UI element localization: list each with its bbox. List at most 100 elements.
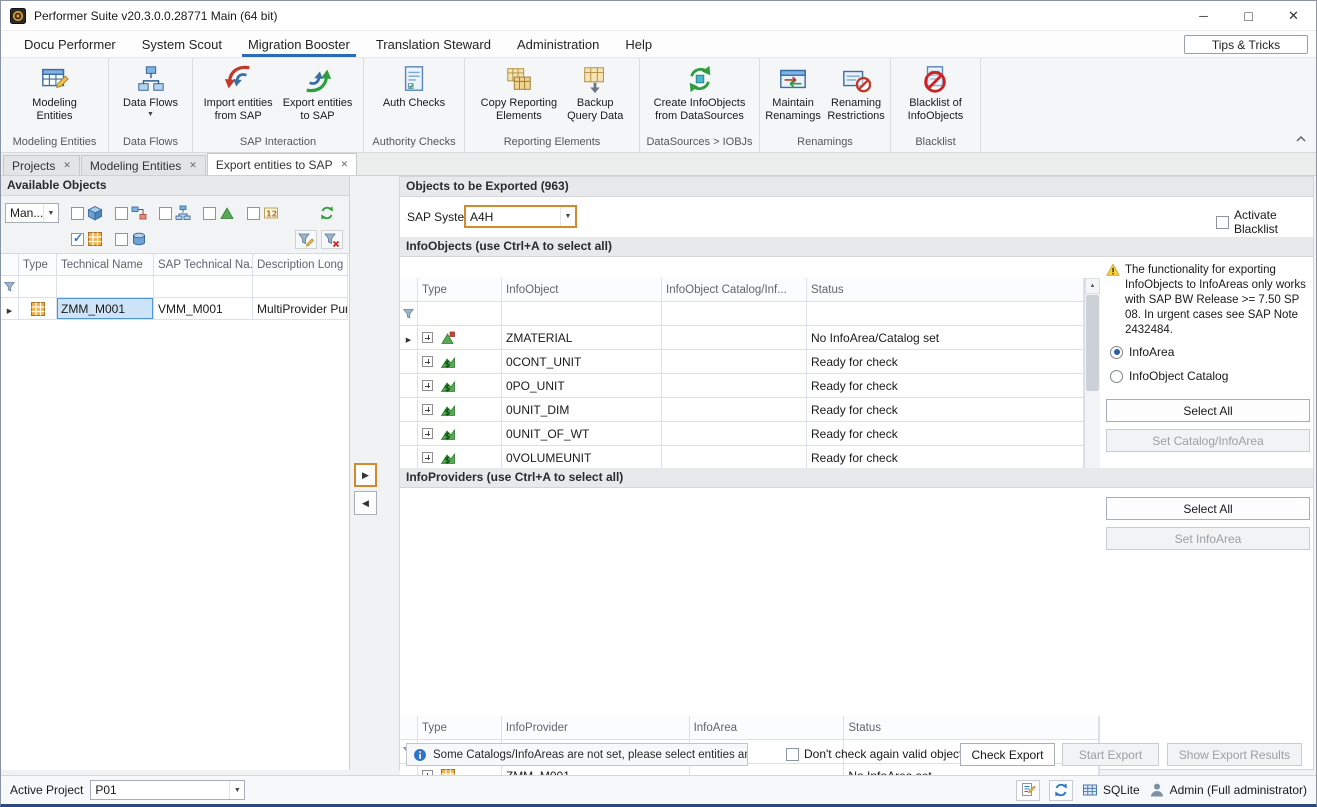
- infoobject-name-cell[interactable]: 0PO_UNIT: [502, 374, 662, 398]
- tab-close-icon[interactable]: [189, 160, 197, 171]
- description-cell[interactable]: MultiProvider Purc...: [253, 298, 348, 320]
- infoobject-row[interactable]: 0UNIT_DIM Ready for check: [400, 398, 1100, 422]
- multiprovider-filter-checkbox[interactable]: [71, 233, 84, 246]
- move-left-button[interactable]: [354, 491, 377, 515]
- catalog-cell[interactable]: [662, 446, 807, 470]
- collapse-ribbon-button[interactable]: [1293, 131, 1309, 147]
- infoobject-row[interactable]: 0UNIT_OF_WT Ready for check: [400, 422, 1100, 446]
- column-header-sap-technical-name[interactable]: SAP Technical Na...: [154, 254, 253, 276]
- expand-icon[interactable]: [422, 380, 433, 391]
- expand-icon[interactable]: [422, 356, 433, 367]
- catalog-cell[interactable]: [662, 374, 807, 398]
- infoobject-row[interactable]: ZMATERIAL No InfoArea/Catalog set: [400, 326, 1100, 350]
- expand-icon[interactable]: [422, 332, 433, 343]
- sync-button[interactable]: [1049, 780, 1073, 801]
- scroll-up-icon[interactable]: [1085, 278, 1100, 294]
- check-export-button[interactable]: Check Export: [960, 743, 1055, 766]
- tab-system-scout[interactable]: System Scout: [129, 31, 235, 57]
- data-flows-button[interactable]: Data Flows: [118, 61, 183, 121]
- filter-cell[interactable]: [418, 302, 502, 326]
- minimize-button[interactable]: [1181, 1, 1226, 30]
- dont-check-again-checkbox[interactable]: [786, 748, 799, 761]
- filter-cell[interactable]: [154, 276, 253, 298]
- doc-tab-modeling-entities[interactable]: Modeling Entities: [81, 155, 206, 175]
- create-infoobjects-button[interactable]: Create InfoObjects from DataSources: [649, 61, 751, 126]
- keyfigure-filter-checkbox[interactable]: [247, 207, 260, 220]
- backup-query-data-button[interactable]: Backup Query Data: [562, 61, 628, 126]
- log-button[interactable]: [1016, 780, 1040, 801]
- column-header-type[interactable]: Type: [19, 254, 57, 276]
- column-header-type[interactable]: Type: [418, 716, 502, 740]
- modeling-entities-button[interactable]: Modeling Entities: [26, 61, 84, 126]
- infoobject-name-cell[interactable]: 0VOLUMEUNIT: [502, 446, 662, 470]
- refresh-icon[interactable]: [319, 205, 335, 221]
- tab-close-icon[interactable]: [63, 160, 71, 171]
- hierarchy-filter-checkbox[interactable]: [159, 207, 172, 220]
- infoarea-radio[interactable]: [1110, 346, 1123, 359]
- technical-name-cell[interactable]: ZMM_M001: [57, 298, 154, 320]
- filter-cell[interactable]: [19, 276, 57, 298]
- cube-filter-checkbox[interactable]: [71, 207, 84, 220]
- column-header-description[interactable]: Description Long: [253, 254, 348, 276]
- available-object-row[interactable]: ZMM_M001 VMM_M001 MultiProvider Purc...: [1, 298, 349, 320]
- infoobject-row[interactable]: 0PO_UNIT Ready for check: [400, 374, 1100, 398]
- tab-translation-steward[interactable]: Translation Steward: [363, 31, 504, 57]
- column-header-infoarea[interactable]: InfoArea: [690, 716, 845, 740]
- active-project-dropdown[interactable]: P01: [90, 780, 245, 800]
- filter-cell[interactable]: [502, 302, 662, 326]
- clear-filter-button[interactable]: [321, 230, 343, 249]
- infoobject-name-cell[interactable]: 0UNIT_OF_WT: [502, 422, 662, 446]
- infoproviders-select-all-button[interactable]: Select All: [1106, 497, 1310, 520]
- scrollbar-thumb[interactable]: [1086, 295, 1099, 391]
- tab-administration[interactable]: Administration: [504, 31, 612, 57]
- infoobject-row[interactable]: 0VOLUMEUNIT Ready for check: [400, 446, 1100, 470]
- filter-cell[interactable]: [253, 276, 348, 298]
- expand-icon[interactable]: [422, 452, 433, 463]
- object-type-dropdown[interactable]: Man...: [5, 203, 59, 223]
- infoobject-name-cell[interactable]: 0UNIT_DIM: [502, 398, 662, 422]
- copy-reporting-elements-button[interactable]: Copy Reporting Elements: [476, 61, 562, 126]
- set-infoarea-button[interactable]: Set InfoArea: [1106, 527, 1310, 550]
- catalog-cell[interactable]: [662, 422, 807, 446]
- vertical-scrollbar[interactable]: [1084, 278, 1100, 484]
- tab-close-icon[interactable]: [341, 159, 349, 170]
- tab-help[interactable]: Help: [612, 31, 665, 57]
- sap-technical-name-cell[interactable]: VMM_M001: [154, 298, 253, 320]
- catalog-cell[interactable]: [662, 398, 807, 422]
- column-header-catalog[interactable]: InfoObject Catalog/Inf...: [662, 278, 807, 302]
- auth-checks-button[interactable]: Auth Checks: [378, 61, 450, 113]
- edit-filter-button[interactable]: [295, 230, 317, 249]
- set-catalog-infoarea-button[interactable]: Set Catalog/InfoArea: [1106, 429, 1310, 452]
- column-header-infoprovider[interactable]: InfoProvider: [502, 716, 690, 740]
- maximize-button[interactable]: [1226, 1, 1271, 30]
- start-export-button[interactable]: Start Export: [1062, 743, 1159, 766]
- filter-cell[interactable]: [807, 302, 1084, 326]
- column-header-type[interactable]: Type: [418, 278, 502, 302]
- sap-system-dropdown[interactable]: A4H: [464, 205, 577, 228]
- infoobject-row[interactable]: 0CONT_UNIT Ready for check: [400, 350, 1100, 374]
- filter-cell[interactable]: [57, 276, 154, 298]
- infoobjects-select-all-button[interactable]: Select All: [1106, 399, 1310, 422]
- datastore-filter-checkbox[interactable]: [115, 233, 128, 246]
- dataflow-filter-checkbox[interactable]: [115, 207, 128, 220]
- move-right-button[interactable]: [354, 463, 377, 487]
- tab-docu-performer[interactable]: Docu Performer: [11, 31, 129, 57]
- maintain-renamings-button[interactable]: Maintain Renamings: [762, 61, 824, 126]
- tab-migration-booster[interactable]: Migration Booster: [235, 31, 363, 57]
- expand-icon[interactable]: [422, 428, 433, 439]
- filter-cell[interactable]: [662, 302, 807, 326]
- column-header-technical-name[interactable]: Technical Name: [57, 254, 154, 276]
- column-header-status[interactable]: Status: [844, 716, 1099, 740]
- blacklist-infoobjects-button[interactable]: Blacklist of InfoObjects: [903, 61, 969, 126]
- infoobject-catalog-radio[interactable]: [1110, 370, 1123, 383]
- expand-icon[interactable]: [422, 404, 433, 415]
- infoobject-name-cell[interactable]: 0CONT_UNIT: [502, 350, 662, 374]
- close-button[interactable]: [1271, 1, 1316, 30]
- export-entities-button[interactable]: Export entities to SAP: [278, 61, 358, 126]
- show-export-results-button[interactable]: Show Export Results: [1167, 743, 1302, 766]
- renaming-restrictions-button[interactable]: Renaming Restrictions: [824, 61, 888, 126]
- doc-tab-export-entities[interactable]: Export entities to SAP: [207, 153, 357, 175]
- characteristic-filter-checkbox[interactable]: [203, 207, 216, 220]
- infoobject-name-cell[interactable]: ZMATERIAL: [502, 326, 662, 350]
- catalog-cell[interactable]: [662, 350, 807, 374]
